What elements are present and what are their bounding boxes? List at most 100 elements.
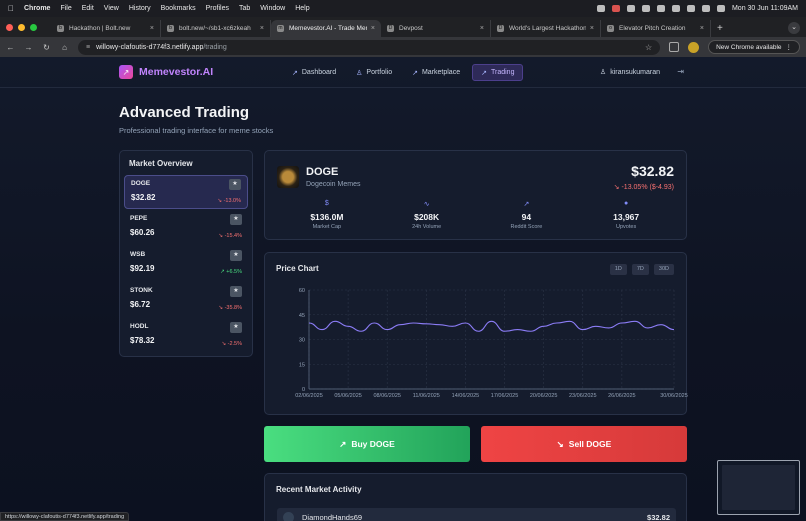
update-label: New Chrome available	[716, 43, 782, 51]
stat-value: 94	[521, 212, 532, 222]
status-icon[interactable]	[596, 5, 605, 12]
wifi-icon[interactable]	[686, 5, 695, 12]
status-icon[interactable]	[626, 5, 635, 12]
trend-logo-icon: ↗	[119, 65, 133, 79]
menu-bookmarks[interactable]: Bookmarks	[161, 5, 196, 12]
nav-marketplace[interactable]: ↗ Marketplace	[404, 64, 468, 81]
price-line-chart: 01530456002/06/2025 05/06/2025 08/06/2025 1…	[295, 288, 688, 399]
screenshot-thumbnail[interactable]	[717, 460, 800, 515]
market-item-change: ↘ -15.4%	[218, 233, 242, 239]
browser-tab[interactable]: D World's Largest Hackathon p ×	[491, 20, 601, 37]
star-icon[interactable]: ★	[230, 250, 242, 261]
user-icon: ♙	[599, 69, 607, 76]
browser-tab-strip: b Hackathon | Bolt.new × b bolt.new/~/sb1-x…	[0, 17, 806, 37]
browser-tab[interactable]: b Hackathon | Bolt.new ×	[51, 20, 161, 37]
menu-edit[interactable]: Edit	[82, 5, 94, 12]
sell-label: Sell DOGE	[568, 439, 612, 449]
site-info-icon[interactable]: ≡	[86, 44, 90, 51]
menu-profiles[interactable]: Profiles	[206, 5, 229, 12]
close-tab-icon[interactable]: ×	[480, 25, 484, 32]
tab-title: bolt.new/~/sb1-xc6zkeah	[179, 25, 251, 32]
nav-portfolio[interactable]: ♙ Portfolio	[348, 64, 400, 81]
extensions-icon[interactable]	[669, 42, 680, 52]
star-icon[interactable]: ★	[230, 214, 242, 225]
nav-trading[interactable]: ↗ Trading	[472, 64, 524, 81]
reload-icon[interactable]: ↻	[42, 43, 51, 52]
tab-favicon: D	[387, 25, 394, 32]
menu-window[interactable]: Window	[260, 5, 285, 12]
bookmark-star-icon[interactable]: ☆	[645, 43, 652, 52]
menu-history[interactable]: History	[129, 5, 151, 12]
menu-view[interactable]: View	[104, 5, 119, 12]
market-item-pepe[interactable]: PEPE $60.26 ★ ↘ -15.4%	[124, 211, 248, 245]
browser-toolbar: ← → ↻ ⌂ ≡ willowy-clafoutis-d774f3.netli…	[0, 37, 806, 57]
trend-icon: ↗	[412, 69, 418, 77]
market-item-change-value: -2.5%	[227, 341, 242, 347]
market-item-change: ↘ -35.8%	[218, 305, 242, 311]
x-tick-label: 17/06/2025	[491, 393, 519, 399]
new-tab-icon[interactable]: +	[717, 20, 723, 37]
back-icon[interactable]: ←	[6, 43, 15, 52]
trend-down-icon: ↘	[556, 438, 564, 449]
browser-tab[interactable]: D Devpost ×	[381, 20, 491, 37]
address-bar[interactable]: ≡ willowy-clafoutis-d774f3.netlify.app/t…	[78, 39, 661, 55]
control-center-icon[interactable]	[716, 5, 725, 12]
apple-icon[interactable]: 	[8, 4, 14, 13]
menu-help[interactable]: Help	[295, 5, 309, 12]
menu-file[interactable]: File	[60, 5, 71, 12]
market-item-wsb[interactable]: WSB $92.19 ★ ↗ +6.5%	[124, 247, 248, 281]
sell-button[interactable]: ↘ Sell DOGE	[481, 426, 687, 462]
browser-tab[interactable]: b bolt.new/~/sb1-xc6zkeah ×	[161, 20, 271, 37]
home-icon[interactable]: ⌂	[60, 43, 69, 52]
status-icon[interactable]	[641, 5, 650, 12]
stat-market-cap: $ $136.0M Market Cap	[277, 200, 377, 230]
activity-row[interactable]: DiamondHands69 $32.82	[277, 508, 676, 521]
volume-icon[interactable]	[656, 5, 665, 12]
activity-amount: $32.82	[647, 512, 670, 521]
logout-icon[interactable]: ⇥	[677, 67, 684, 76]
tab-favicon: o	[607, 25, 614, 32]
market-item-change-value: -15.4%	[224, 233, 242, 239]
tab-search-chevron-icon[interactable]: ⌄	[788, 22, 800, 34]
market-item-doge[interactable]: DOGE $32.82 ★ ↘ -13.0%	[124, 175, 248, 209]
chrome-update-button[interactable]: New Chrome available ⋮	[708, 40, 800, 54]
close-tab-icon[interactable]: ×	[150, 25, 154, 32]
tab-favicon: D	[497, 25, 504, 32]
market-item-stonk[interactable]: STONK $6.72 ★ ↘ -35.8%	[124, 283, 248, 317]
y-tick-label: 45	[299, 313, 305, 319]
activity-user: DiamondHands69	[302, 512, 363, 521]
window-controls	[6, 17, 37, 37]
star-icon[interactable]: ★	[229, 179, 241, 190]
close-tab-icon[interactable]: ×	[700, 25, 704, 32]
buy-button[interactable]: ↗ Buy DOGE	[264, 426, 470, 462]
star-icon[interactable]: ★	[230, 322, 242, 333]
close-window-icon[interactable]	[6, 23, 13, 31]
user-menu[interactable]: ♙ kiransukumaran	[599, 68, 660, 77]
menu-clock[interactable]: Mon 30 Jun 11:09AM	[732, 5, 798, 12]
status-icon[interactable]	[611, 5, 620, 12]
close-tab-icon[interactable]: ×	[371, 25, 375, 32]
browser-tab-active[interactable]: m Memevestor.AI - Trade Meme ×	[271, 20, 381, 37]
stock-name: Dogecoin Memes	[306, 181, 361, 188]
menu-app-name[interactable]: Chrome	[24, 5, 50, 12]
market-item-symbol: DOGE	[131, 180, 151, 187]
tab-favicon: b	[57, 25, 64, 32]
menu-tab[interactable]: Tab	[239, 5, 250, 12]
x-tick-label: 20/06/2025	[530, 393, 558, 399]
nav-label: Trading	[490, 69, 515, 76]
close-tab-icon[interactable]: ×	[590, 25, 594, 32]
app-logo[interactable]: ↗ Memevestor.AI	[119, 65, 213, 79]
nav-dashboard[interactable]: ↗ Dashboard	[284, 64, 344, 81]
zoom-window-icon[interactable]	[30, 23, 37, 31]
market-item-hodl[interactable]: HODL $78.32 ★ ↘ -2.5%	[124, 319, 248, 353]
more-menu-icon[interactable]: ⋮	[786, 43, 793, 51]
profile-avatar[interactable]	[688, 41, 700, 53]
browser-tab[interactable]: o Elevator Pitch Creation ×	[601, 20, 711, 37]
search-icon[interactable]	[701, 5, 710, 12]
minimize-window-icon[interactable]	[18, 23, 25, 31]
forward-icon[interactable]: →	[24, 43, 33, 52]
market-item-change: ↘ -2.5%	[221, 341, 242, 347]
battery-icon[interactable]	[671, 5, 680, 12]
star-icon[interactable]: ★	[230, 286, 242, 297]
close-tab-icon[interactable]: ×	[260, 25, 264, 32]
